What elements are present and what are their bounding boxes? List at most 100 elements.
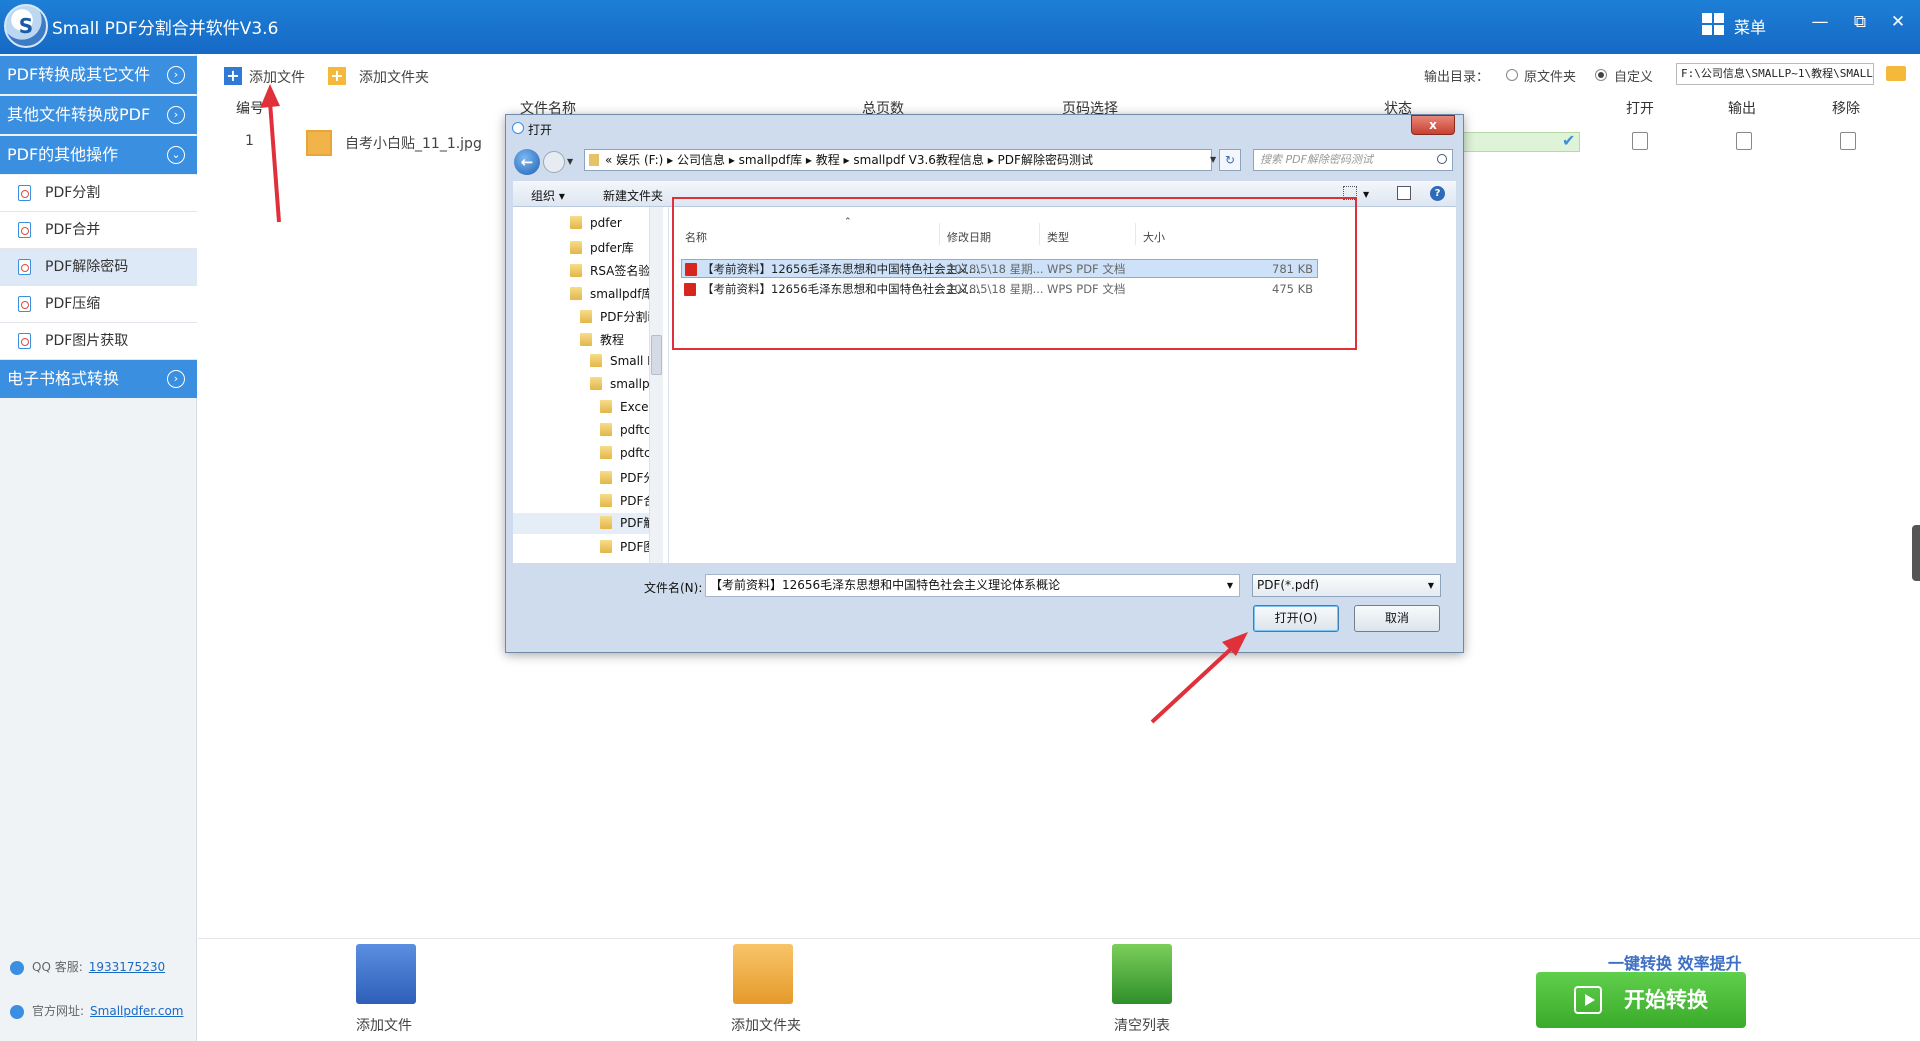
search-input[interactable]: 搜索 PDF解除密码测试 [1253, 149, 1453, 171]
cancel-button[interactable]: 取消 [1354, 605, 1440, 632]
sidebar-item-pdf-compress[interactable]: PDF压缩 [0, 286, 197, 323]
add-file-large-icon[interactable] [356, 944, 416, 1004]
tree-item[interactable]: PDF合 [600, 492, 655, 509]
bottom-add-file-button[interactable]: 添加文件 [356, 1015, 412, 1035]
tree-item[interactable]: Excel [600, 400, 652, 414]
qq-link[interactable]: 1933175230 [89, 960, 165, 974]
bottom-add-folder-button[interactable]: 添加文件夹 [731, 1015, 801, 1035]
tree-item-label: Small F [610, 354, 655, 368]
folder-icon [600, 540, 612, 553]
sidebar-item-pdf-unlock[interactable]: PDF解除密码 [0, 249, 197, 286]
folder-tree: pdfer pdfer库 RSA签名验 smallpdf库 PDF分割i 教程 … [513, 207, 669, 563]
dialog-close-button[interactable]: x [1411, 115, 1455, 135]
tree-item[interactable]: smallpdf库 [570, 285, 653, 302]
folder-icon [570, 216, 582, 229]
tree-item-selected[interactable]: PDF解 [513, 513, 656, 534]
col-header-open: 打开 [1626, 101, 1654, 117]
add-file-button[interactable]: 添加文件 [249, 67, 305, 87]
open-button[interactable]: 打开(O) [1253, 605, 1339, 632]
play-icon [1574, 986, 1602, 1014]
output-path-field[interactable]: F:\公司信息\SMALLP~1\教程\SMALLP [1676, 63, 1874, 85]
tree-item-label: pdfer库 [590, 241, 634, 255]
filename-input[interactable]: 【考前资料】12656毛泽东思想和中国特色社会主义理论体系概论 ▼ [705, 574, 1240, 597]
plus-icon[interactable]: + [224, 67, 242, 85]
sidebar-item-pdf-image-extract[interactable]: PDF图片获取 [0, 323, 197, 360]
folder-icon [590, 377, 602, 390]
output-icon[interactable] [1736, 132, 1752, 150]
sidebar-section-pdf-to-other[interactable]: PDF转换成其它文件 › [0, 56, 197, 94]
tree-item[interactable]: PDF分割i [580, 308, 651, 325]
chevron-down-icon: ▼ [1427, 581, 1434, 590]
filetype-select[interactable]: PDF(*.pdf) ▼ [1252, 574, 1441, 597]
radio-original-folder[interactable] [1506, 69, 1518, 81]
tree-item[interactable]: PDF分 [600, 469, 655, 486]
address-path: « 娱乐 (F:) ▸ 公司信息 ▸ smallpdf库 ▸ 教程 ▸ smal… [605, 153, 1093, 167]
row-index: 1 [245, 133, 254, 149]
search-placeholder: 搜索 PDF解除密码测试 [1260, 153, 1373, 166]
sidebar-item-label: PDF分割 [45, 185, 101, 201]
ie-icon [10, 1004, 24, 1019]
sidebar-section-label: PDF的其他操作 [7, 145, 119, 164]
sidebar-item-label: PDF合并 [45, 222, 101, 238]
sidebar-item-pdf-split[interactable]: PDF分割 [0, 175, 197, 212]
menu-grid-icon[interactable] [1702, 13, 1724, 35]
folder-icon [570, 287, 582, 300]
tree-item[interactable]: RSA签名验 [570, 262, 650, 279]
forward-arrow-icon[interactable] [543, 151, 565, 173]
chevron-right-icon: › [167, 106, 185, 124]
sidebar-item-label: PDF压缩 [45, 296, 101, 312]
tree-item[interactable]: PDF图 [600, 538, 655, 555]
pdf-file-icon [18, 333, 31, 349]
address-dropdown-icon[interactable]: ▼ [1210, 155, 1216, 164]
menu-button[interactable]: 菜单 [1734, 14, 1766, 38]
refresh-icon[interactable]: ↻ [1219, 149, 1241, 171]
restore-button[interactable]: ⧉ [1848, 10, 1872, 34]
tree-item[interactable]: smallp [590, 377, 650, 391]
tree-scroll-thumb[interactable] [651, 335, 662, 375]
open-file-dialog: 打开 x ← ▼ « 娱乐 (F:) ▸ 公司信息 ▸ smallpdf库 ▸ … [505, 114, 1464, 653]
chevron-down-icon[interactable]: ▼ [1227, 575, 1233, 596]
tree-scrollbar[interactable] [649, 207, 663, 563]
radio-custom[interactable] [1595, 69, 1607, 81]
folder-icon [580, 310, 592, 323]
tree-item[interactable]: 教程 [580, 331, 624, 348]
start-convert-label: 开始转换 [1624, 988, 1708, 1012]
side-panel-handle[interactable] [1912, 525, 1920, 581]
close-button[interactable]: ✕ [1886, 10, 1910, 34]
new-folder-button[interactable]: 新建文件夹 [603, 187, 663, 204]
browse-folder-icon[interactable] [1886, 66, 1906, 81]
folder-icon [600, 471, 612, 484]
tree-item[interactable]: pdftc [600, 423, 651, 437]
tree-item-label: PDF分割i [600, 310, 651, 324]
tree-item[interactable]: Small F [590, 354, 654, 368]
sidebar-section-ebook[interactable]: 电子书格式转换 › [0, 360, 197, 398]
address-bar[interactable]: « 娱乐 (F:) ▸ 公司信息 ▸ smallpdf库 ▸ 教程 ▸ smal… [584, 149, 1212, 171]
open-file-icon[interactable] [1632, 132, 1648, 150]
start-convert-button[interactable]: 开始转换 [1536, 972, 1746, 1028]
broom-icon[interactable] [1112, 944, 1172, 1004]
help-icon[interactable]: ? [1430, 186, 1445, 201]
trash-icon[interactable] [1840, 132, 1856, 150]
chevron-right-icon: › [167, 66, 185, 84]
add-folder-button[interactable]: 添加文件夹 [359, 67, 429, 87]
add-folder-icon[interactable]: + [328, 67, 346, 85]
col-header-output: 输出 [1728, 101, 1756, 117]
dialog-title: 打开 [528, 123, 553, 137]
radio-custom-label: 自定义 [1614, 70, 1654, 85]
sidebar-section-other-to-pdf[interactable]: 其他文件转换成PDF › [0, 96, 197, 134]
history-dropdown-icon[interactable]: ▼ [567, 157, 573, 166]
tree-item[interactable]: pdfer [570, 216, 622, 230]
pdf-file-icon [18, 296, 31, 312]
sidebar-item-pdf-merge[interactable]: PDF合并 [0, 212, 197, 249]
sidebar-section-pdf-other-ops[interactable]: PDF的其他操作 ⌄ [0, 136, 197, 174]
clear-list-button[interactable]: 清空列表 [1114, 1015, 1170, 1035]
organize-button[interactable]: 组织 ▾ [531, 187, 565, 204]
back-arrow-icon[interactable]: ← [514, 149, 540, 175]
preview-pane-icon[interactable] [1397, 186, 1411, 200]
add-folder-large-icon[interactable] [733, 944, 793, 1004]
site-link[interactable]: Smallpdfer.com [90, 1004, 183, 1018]
view-dropdown-icon[interactable]: ▼ [1363, 190, 1369, 199]
minimize-button[interactable]: — [1808, 10, 1832, 34]
tree-item[interactable]: pdftc [600, 446, 651, 460]
tree-item[interactable]: pdfer库 [570, 239, 634, 256]
